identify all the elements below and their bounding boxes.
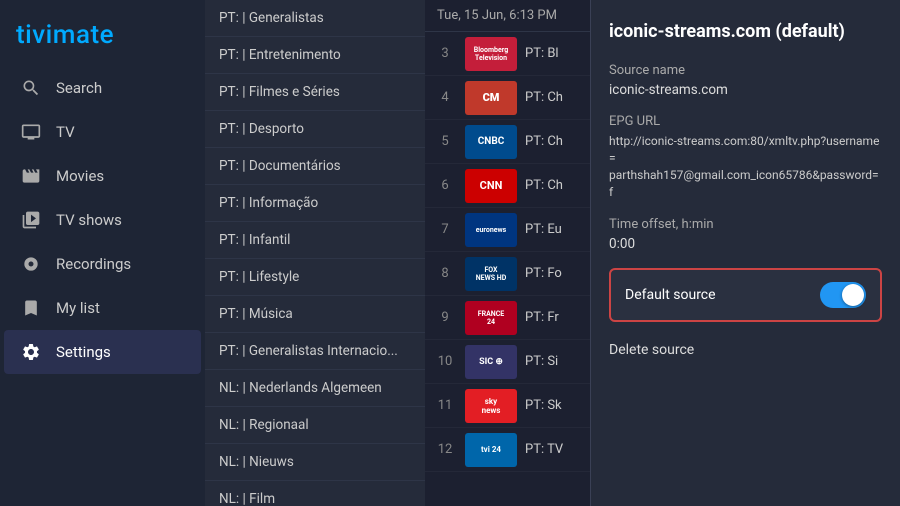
channel-item-9[interactable]: PT: | Generalistas Internacio... [205,333,425,370]
channel-item-8[interactable]: PT: | Música [205,296,425,333]
channel-item-0[interactable]: PT: | Generalistas [205,0,425,37]
channel-logo-bloomberg: BloombergTelevision [465,37,517,71]
default-source-row[interactable]: Default source [609,268,882,322]
sidebar-item-search-label: Search [56,79,102,97]
epg-info: PT: Fr [525,310,559,325]
channel-logo-france24: FRANCE24 [465,301,517,335]
channel-logo-tvi24: tvi 24 [465,433,517,467]
settings-icon [20,341,42,363]
epg-num: 7 [433,222,457,237]
sidebar-item-movies[interactable]: Movies [4,154,201,198]
default-source-toggle[interactable] [820,282,866,308]
channel-item-4[interactable]: PT: | Documentários [205,148,425,185]
channel-logo-cm: CM [465,81,517,115]
channel-item-13[interactable]: NL: | Film [205,481,425,506]
epg-info: PT: Fo [525,266,562,281]
channel-item-6[interactable]: PT: | Infantil [205,222,425,259]
epg-info: PT: Eu [525,222,562,237]
channel-list: PT: | Generalistas PT: | Entretenimento … [205,0,425,506]
sidebar-item-tvshows[interactable]: TV shows [4,198,201,242]
epg-url-field: EPG URL http://iconic-streams.com:80/xml… [609,114,882,200]
channel-logo-euronews: euronews [465,213,517,247]
source-name-label: Source name [609,63,882,78]
delete-source-button[interactable]: Delete source [609,338,882,362]
channel-logo-cnbc: CNBC [465,125,517,159]
epg-info: PT: Ch [525,90,563,105]
epg-num: 10 [433,354,457,369]
epg-num: 5 [433,134,457,149]
channel-logo-sic: SIC ⊕ [465,345,517,379]
epg-info: PT: Si [525,354,558,369]
main-area: Tue, 15 Jun, 6:13 PM 3 BloombergTelevisi… [425,0,900,506]
sidebar-item-mylist-label: My list [56,299,100,317]
epg-num: 6 [433,178,457,193]
movies-icon [20,165,42,187]
sidebar-item-recordings-label: Recordings [56,255,131,273]
epg-url-value: http://iconic-streams.com:80/xmltv.php?u… [609,133,882,200]
epg-url-label: EPG URL [609,114,882,129]
epg-num: 12 [433,442,457,457]
nav-menu: Search TV Movies TV [0,66,205,374]
channel-item-7[interactable]: PT: | Lifestyle [205,259,425,296]
source-name-field: Source name iconic-streams.com [609,63,882,98]
search-icon [20,77,42,99]
epg-num: 3 [433,46,457,61]
channel-item-3[interactable]: PT: | Desporto [205,111,425,148]
sidebar-item-settings[interactable]: Settings [4,330,201,374]
channel-items-container: PT: | Generalistas PT: | Entretenimento … [205,0,425,506]
mylist-icon [20,297,42,319]
channel-item-10[interactable]: NL: | Nederlands Algemeen [205,370,425,407]
sidebar: tivimate Search TV [0,0,205,506]
sidebar-item-recordings[interactable]: Recordings [4,242,201,286]
time-offset-value: 0:00 [609,236,882,252]
channel-item-12[interactable]: NL: | Nieuws [205,444,425,481]
source-name-value: iconic-streams.com [609,82,882,98]
epg-info: PT: TV [525,442,563,457]
sidebar-item-mylist[interactable]: My list [4,286,201,330]
default-source-label: Default source [625,287,716,303]
epg-num: 4 [433,90,457,105]
channel-logo-foxnews: FOXNEWS HD [465,257,517,291]
time-offset-label: Time offset, h:min [609,217,882,232]
epg-info: PT: Ch [525,134,563,149]
time-offset-field: Time offset, h:min 0:00 [609,217,882,252]
epg-info: PT: Bl [525,46,559,61]
epg-info: PT: Sk [525,398,562,413]
toggle-knob [842,284,864,306]
epg-num: 8 [433,266,457,281]
sidebar-item-tv-label: TV [56,123,75,141]
channel-item-2[interactable]: PT: | Filmes e Séries [205,74,425,111]
channel-logo-cnn: CNN [465,169,517,203]
app-logo: tivimate [16,20,114,50]
sidebar-item-movies-label: Movies [56,167,104,185]
tvshows-icon [20,209,42,231]
epg-num: 11 [433,398,457,413]
channel-logo-skynews: skynews [465,389,517,423]
settings-panel: iconic-streams.com (default) Source name… [590,0,900,506]
epg-num: 9 [433,310,457,325]
channel-item-1[interactable]: PT: | Entretenimento [205,37,425,74]
sidebar-item-settings-label: Settings [56,343,111,361]
sidebar-item-tv[interactable]: TV [4,110,201,154]
channel-item-5[interactable]: PT: | Informação [205,185,425,222]
epg-info: PT: Ch [525,178,563,193]
recordings-icon [20,253,42,275]
logo-area: tivimate [0,8,205,66]
settings-panel-title: iconic-streams.com (default) [609,20,882,43]
channel-item-11[interactable]: NL: | Regionaal [205,407,425,444]
tv-icon [20,121,42,143]
sidebar-item-search[interactable]: Search [4,66,201,110]
sidebar-item-tvshows-label: TV shows [56,211,122,229]
